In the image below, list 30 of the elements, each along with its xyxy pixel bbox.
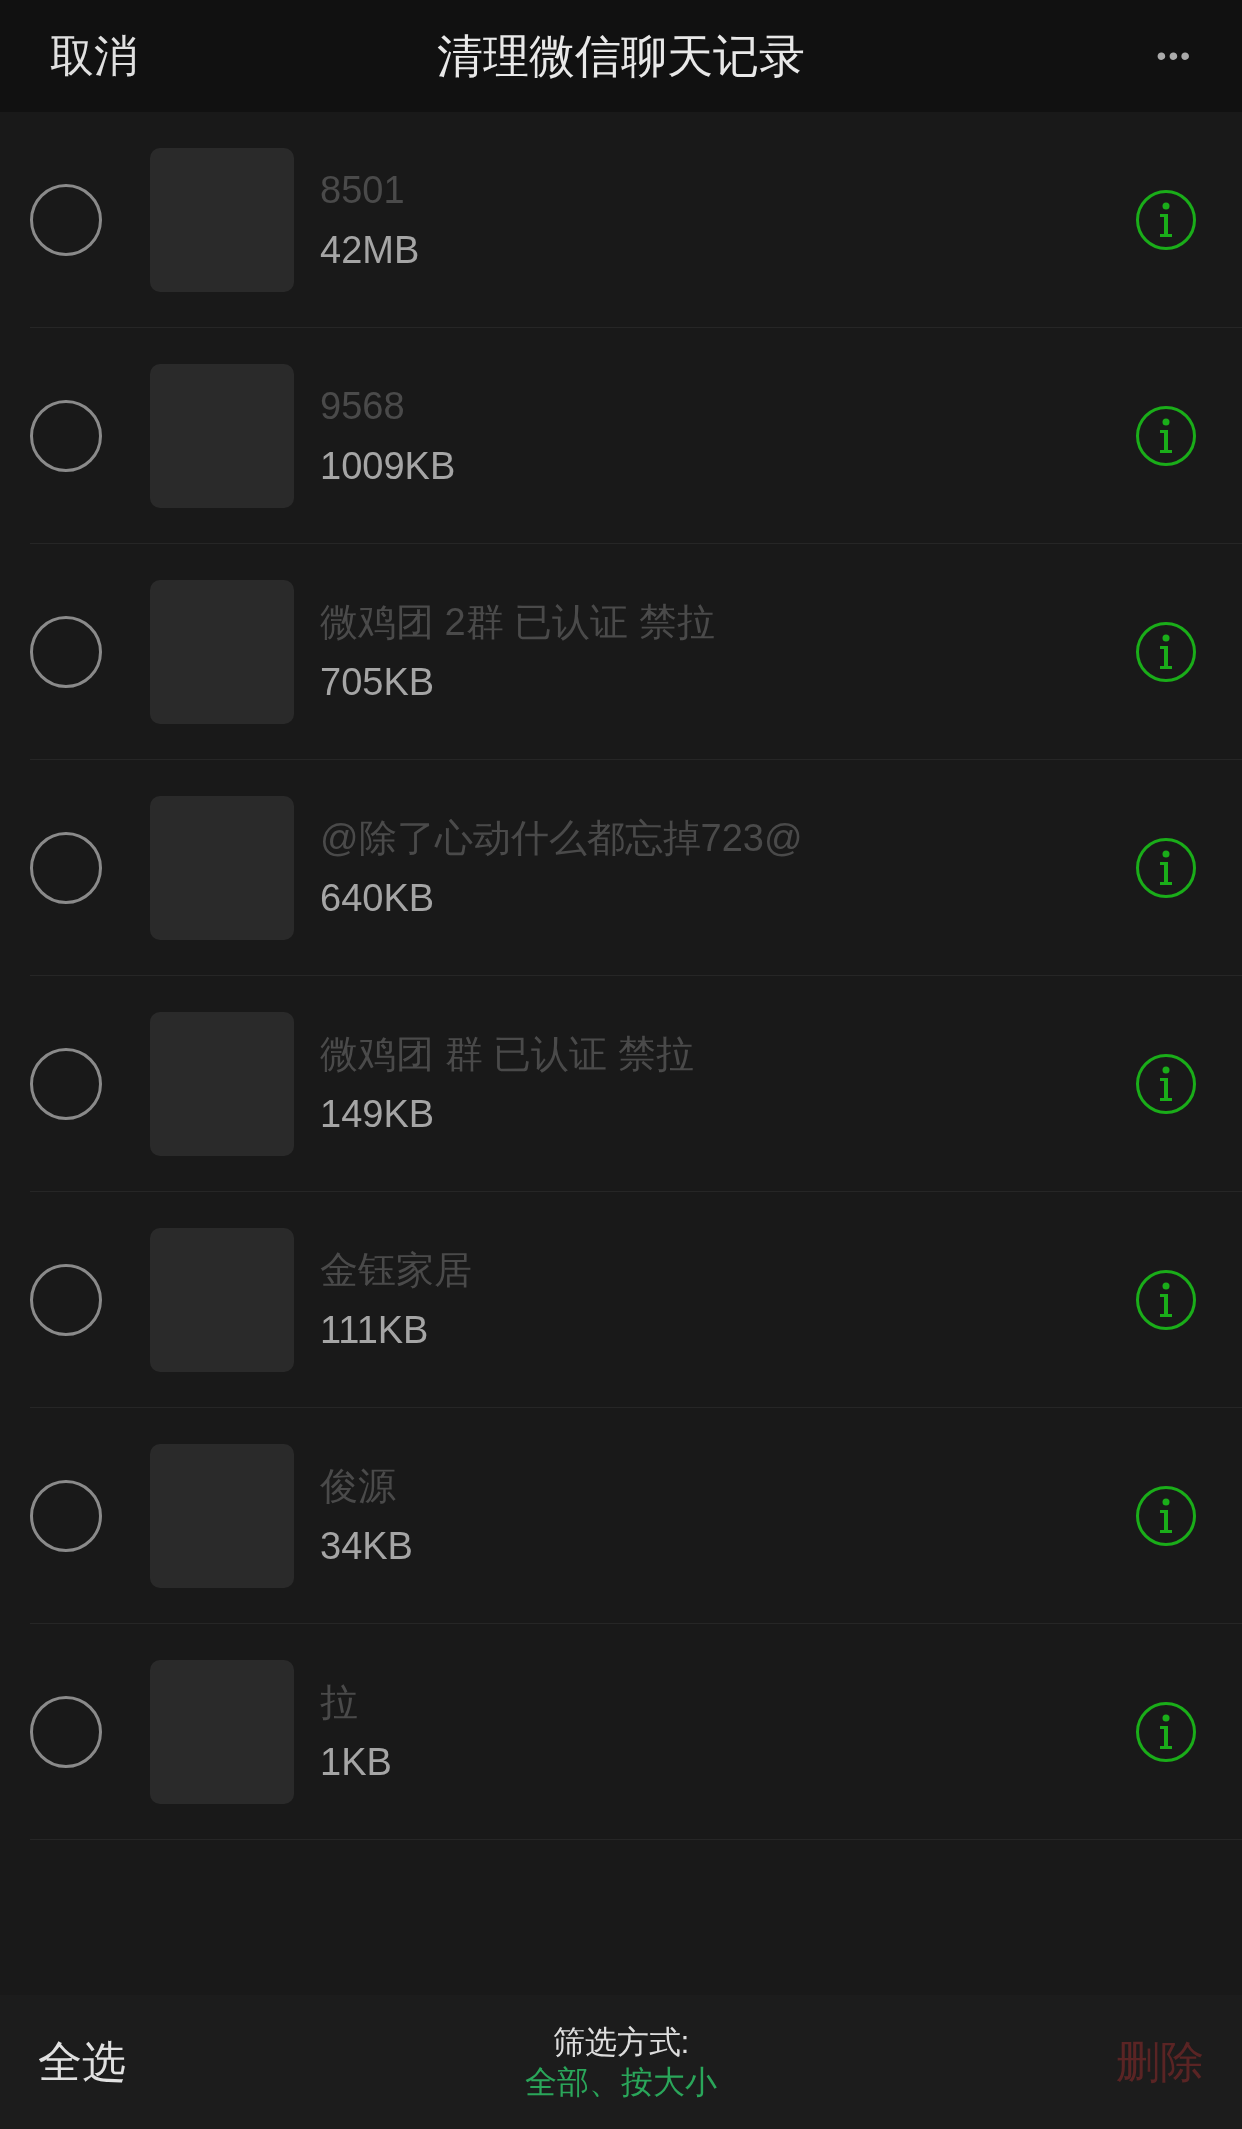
storage-size: 705KB (320, 659, 436, 705)
storage-size: 640KB (320, 875, 436, 921)
storage-size: 1009KB (320, 443, 457, 489)
select-radio[interactable] (30, 1695, 102, 1768)
info-icon[interactable] (1135, 1052, 1197, 1115)
select-radio[interactable] (30, 615, 102, 688)
filter-label: 筛选方式: (552, 2023, 690, 2062)
info-icon[interactable] (1135, 404, 1197, 467)
storage-size: 34KB (320, 1523, 414, 1569)
storage-size: 1KB (320, 1739, 393, 1785)
info-icon[interactable] (1135, 620, 1197, 683)
info-icon[interactable] (1135, 1700, 1197, 1763)
select-radio[interactable] (30, 183, 102, 256)
info-icon[interactable] (1135, 188, 1197, 251)
info-icon[interactable] (1135, 836, 1197, 899)
filter-value-link[interactable]: 全部、按大小 (525, 2062, 717, 2102)
storage-size: 149KB (320, 1091, 436, 1137)
select-radio[interactable] (30, 399, 102, 472)
select-radio[interactable] (30, 1263, 102, 1336)
more-button[interactable]: ••• (1032, 35, 1192, 77)
storage-size: 42MB (320, 227, 421, 273)
storage-size: 111KB (320, 1307, 430, 1353)
info-icon[interactable] (1135, 1268, 1197, 1331)
select-radio[interactable] (30, 831, 102, 904)
select-all-button[interactable]: 全选 (38, 2029, 218, 2095)
select-radio[interactable] (30, 1047, 102, 1120)
page-title: 清理微信聊天记录 (437, 28, 805, 84)
cancel-button[interactable]: 取消 (50, 23, 210, 89)
info-icon[interactable] (1135, 1484, 1197, 1547)
select-radio[interactable] (30, 1479, 102, 1552)
